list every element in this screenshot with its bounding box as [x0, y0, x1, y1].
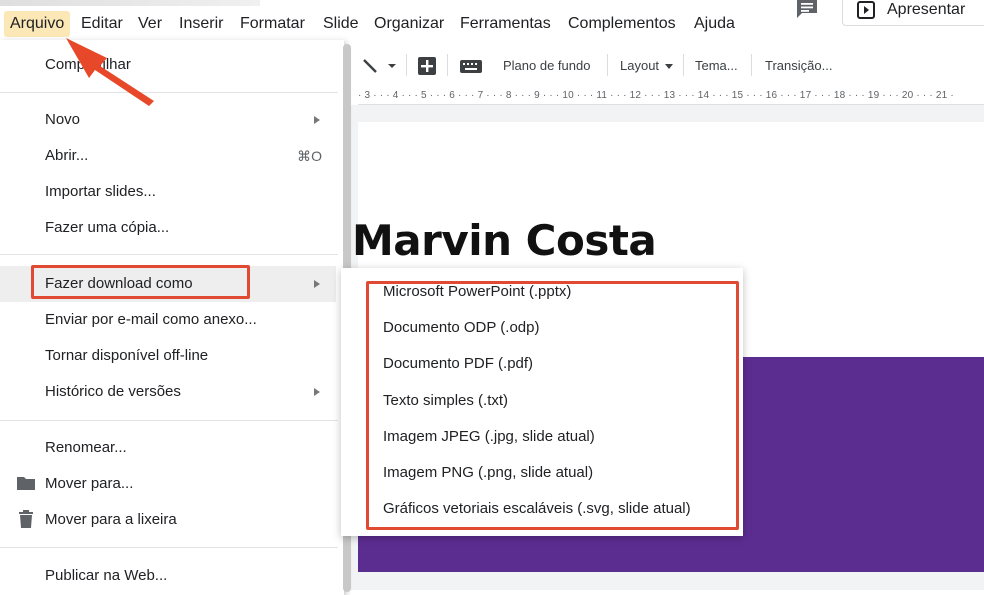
menu-organizar[interactable]: Organizar [368, 11, 450, 37]
menu-ver[interactable]: Ver [132, 11, 168, 37]
menu-item-offline[interactable]: Tornar disponível off-line [45, 343, 208, 369]
menu-item-email-attachment[interactable]: Enviar por e-mail como anexo... [45, 307, 257, 333]
toolbar-divider [751, 54, 752, 76]
menu-item-new[interactable]: Novo [45, 107, 80, 133]
menu-ajuda[interactable]: Ajuda [688, 11, 741, 37]
menu-inserir[interactable]: Inserir [173, 11, 229, 37]
open-shortcut: ⌘O [297, 148, 322, 164]
comment-icon[interactable] [794, 0, 824, 20]
annotation-box-formats [366, 281, 739, 530]
file-menu: Compartilhar Novo Abrir... ⌘O Importar s… [0, 40, 344, 595]
menu-slide[interactable]: Slide [317, 11, 365, 37]
trash-icon [17, 510, 35, 528]
menu-divider [0, 254, 338, 255]
new-slide-icon[interactable] [417, 56, 437, 76]
horizontal-ruler[interactable]: · 3 · · · 4 · · · 5 · · · 6 · · · 7 · · … [358, 86, 984, 105]
menu-divider [0, 92, 338, 93]
menu-editar[interactable]: Editar [75, 11, 129, 37]
chevron-down-icon [664, 64, 673, 70]
menu-item-publish[interactable]: Publicar na Web... [45, 563, 167, 589]
menu-arquivo[interactable]: Arquivo [4, 11, 71, 37]
theme-button[interactable]: Tema... [695, 56, 738, 76]
menu-bar: Arquivo Editar Ver Inserir Formatar Slid… [0, 0, 984, 42]
submenu-arrow-icon [314, 116, 320, 124]
annotation-box-download [31, 265, 250, 299]
ruler-ticks: · 3 · · · 4 · · · 5 · · · 6 · · · 7 · · … [358, 90, 954, 101]
layout-label: Layout [620, 58, 660, 73]
menu-item-import-slides[interactable]: Importar slides... [45, 179, 156, 205]
doc-title-strip [0, 0, 260, 6]
menu-divider [0, 547, 338, 548]
present-button[interactable]: Apresentar [842, 0, 984, 26]
background-button[interactable]: Plano de fundo [503, 56, 590, 76]
menu-item-move-to[interactable]: Mover para... [45, 471, 133, 497]
menu-item-make-copy[interactable]: Fazer uma cópia... [45, 215, 169, 241]
submenu-arrow-icon [314, 388, 320, 396]
toolbar-divider [683, 54, 684, 76]
keyboard-icon[interactable] [459, 56, 483, 76]
toolbar-divider [406, 54, 407, 76]
menu-ferramentas[interactable]: Ferramentas [454, 11, 557, 37]
toolbar: Plano de fundo Layout Tema... Transição.… [344, 46, 984, 84]
present-icon [857, 1, 875, 19]
menu-complementos[interactable]: Complementos [562, 11, 682, 37]
menu-item-trash[interactable]: Mover para a lixeira [45, 507, 177, 533]
toolbar-divider [447, 54, 448, 76]
menu-item-open[interactable]: Abrir... [45, 143, 88, 169]
line-tool-icon[interactable] [362, 56, 396, 76]
toolbar-divider [607, 54, 608, 76]
folder-icon [17, 475, 35, 493]
present-label: Apresentar [887, 1, 966, 18]
submenu-arrow-icon [314, 280, 320, 288]
slide-title[interactable]: Marvin Costa [352, 216, 657, 265]
menu-item-share[interactable]: Compartilhar [45, 52, 131, 78]
menu-item-version-history[interactable]: Histórico de versões [45, 379, 181, 405]
menu-divider [0, 420, 338, 421]
layout-button[interactable]: Layout [620, 56, 673, 76]
menu-item-rename[interactable]: Renomear... [45, 435, 127, 461]
transition-button[interactable]: Transição... [765, 56, 832, 76]
menu-formatar[interactable]: Formatar [234, 11, 311, 37]
